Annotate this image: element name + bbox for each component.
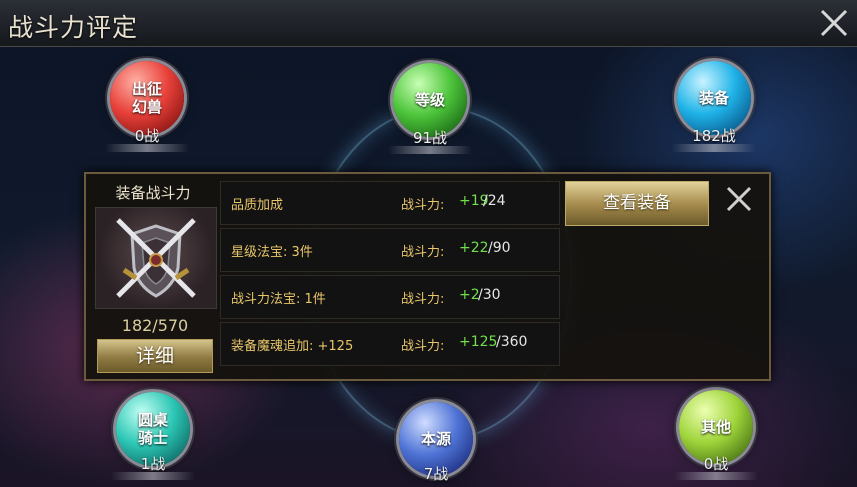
- equipment-power-title: 装备战斗力: [115, 184, 191, 202]
- orb-value: 7战: [423, 465, 449, 483]
- orb-value: 0战: [703, 455, 729, 473]
- header-bar: 战斗力评定: [0, 0, 857, 47]
- orb-base: [105, 144, 189, 152]
- power-breakdown-list: 品质加成 战斗力: +19 /24 星级法宝: 3件 战斗力: +22 /90 …: [220, 181, 560, 371]
- orb-level[interactable]: 等级: [393, 63, 467, 137]
- row-label: 星级法宝: 3件: [231, 245, 313, 260]
- detail-button[interactable]: 详细: [97, 339, 213, 373]
- orb-value: 91战: [412, 129, 448, 147]
- orb-label: 出征 幻兽: [131, 80, 162, 116]
- view-equipment-button[interactable]: 查看装备: [565, 181, 709, 226]
- row-current-value: +22: [459, 240, 489, 256]
- orb-summon-beast[interactable]: 出征 幻兽: [110, 61, 184, 135]
- row-max-value: /30: [478, 287, 501, 303]
- row-max-value: /90: [488, 240, 511, 256]
- orb-label: 本源: [420, 430, 451, 448]
- orb-label: 圆桌 骑士: [137, 411, 168, 447]
- orb-base: [111, 472, 195, 480]
- orb-label: 等级: [414, 91, 445, 109]
- row-power-label: 战斗力:: [401, 292, 445, 307]
- orb-value: 0战: [134, 127, 160, 145]
- row-max-value: /24: [483, 193, 506, 209]
- row-label: 战斗力法宝: 1件: [231, 292, 326, 307]
- orb-value: 1战: [140, 455, 166, 473]
- row-max-value: /360: [496, 334, 528, 350]
- equipment-power-value: 182/570: [121, 316, 189, 335]
- list-item: 装备魔魂追加: +125 战斗力: +125 /360: [220, 322, 560, 366]
- orb-base: [388, 146, 472, 154]
- equipment-power-panel: 装备战斗力 182/570 详细 品质加成 战斗力: +19 /24 星级法宝:…: [84, 172, 771, 381]
- row-label: 品质加成: [231, 198, 284, 213]
- orb-label: 装备: [698, 89, 729, 107]
- equipment-emblem: [95, 207, 217, 309]
- row-label: 装备魔魂追加: +125: [231, 339, 354, 354]
- row-power-label: 战斗力:: [401, 339, 445, 354]
- close-icon[interactable]: [724, 184, 754, 214]
- orb-label: 其他: [700, 418, 731, 436]
- list-item: 战斗力法宝: 1件 战斗力: +2 /30: [220, 275, 560, 319]
- row-power-label: 战斗力:: [401, 245, 445, 260]
- page-title: 战斗力评定: [8, 13, 139, 42]
- orb-base: [672, 144, 756, 152]
- row-current-value: +125: [459, 334, 498, 350]
- list-item: 星级法宝: 3件 战斗力: +22 /90: [220, 228, 560, 272]
- close-icon[interactable]: [817, 6, 851, 40]
- list-item: 品质加成 战斗力: +19 /24: [220, 181, 560, 225]
- orb-equipment[interactable]: 装备: [677, 61, 751, 135]
- orb-base: [674, 472, 758, 480]
- crossed-swords-shield-icon: [116, 218, 196, 298]
- row-power-label: 战斗力:: [401, 198, 445, 213]
- orb-value: 182战: [692, 127, 736, 145]
- row-current-value: +2: [459, 287, 480, 303]
